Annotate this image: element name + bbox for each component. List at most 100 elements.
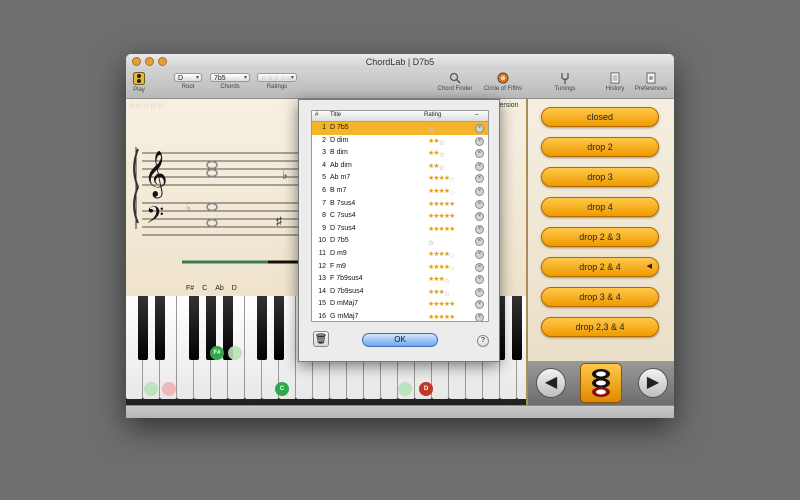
remove-row-icon[interactable]: × (475, 249, 484, 259)
remove-row-icon[interactable]: × (475, 161, 484, 171)
help-button[interactable]: ? (477, 335, 489, 347)
voicing-button[interactable]: drop 2 (541, 137, 659, 157)
black-key[interactable] (257, 296, 267, 360)
previous-button[interactable]: ◀ (536, 368, 566, 398)
black-key[interactable] (155, 296, 165, 360)
svg-text:♭: ♭ (186, 203, 191, 214)
trash-icon: 🗑 (314, 334, 328, 345)
remove-row-icon[interactable]: × (475, 199, 484, 209)
table-row[interactable]: 5 Ab m7 ★★★★ ☆ × (312, 172, 488, 185)
row-rating-stars[interactable]: ★★★★★ (428, 212, 455, 220)
note-name: C (202, 285, 208, 292)
ratings-select[interactable]: ☆☆☆☆☆ (257, 73, 297, 83)
history-button[interactable]: History (602, 72, 628, 92)
row-rating-stars[interactable]: ★★★★ ☆ (428, 250, 455, 260)
row-rating-stars[interactable]: ★★★ ☆ ☆ (428, 288, 450, 298)
close-window-button[interactable] (132, 57, 141, 66)
tunings-button[interactable]: Tunings (550, 72, 580, 92)
minimize-window-button[interactable] (145, 57, 154, 66)
ok-button[interactable]: OK (362, 333, 438, 347)
remove-row-icon[interactable]: × (475, 287, 484, 297)
ratings-label: Ratings (266, 84, 288, 90)
remove-row-icon[interactable]: × (475, 186, 484, 196)
table-row[interactable]: 7 B 7sus4 ★★★★★ × (312, 198, 488, 211)
voicing-button[interactable]: drop 2,3 & 4 (541, 317, 659, 337)
remove-row-icon[interactable]: × (475, 149, 484, 159)
marked-note: C (275, 382, 289, 396)
inactive-note-marker (162, 382, 176, 396)
row-rating-stars[interactable]: ★★★★★ (428, 225, 455, 233)
table-row[interactable]: 16 G mMaj7 ★★★★★ × (312, 311, 488, 321)
circle-of-fifths-button[interactable]: Circle of Fifths (478, 72, 528, 92)
voicing-label: closed (586, 112, 613, 122)
chord-finder-button[interactable]: Chord Finder (433, 72, 477, 92)
table-row[interactable]: 10 D 7b5 ☆ ☆ ☆ ☆ ☆ × (312, 235, 488, 248)
voicing-button[interactable]: drop 3 & 4 (541, 287, 659, 307)
table-row[interactable]: 15 D mMaj7 ★★★★★ × (312, 298, 488, 311)
chord-note-names: F# C Ab D (186, 285, 237, 292)
row-title: D mMaj7 (330, 300, 359, 308)
row-rating-stars[interactable]: ★★★ ☆ ☆ (428, 275, 450, 285)
chords-select[interactable]: 7b5 (210, 73, 250, 83)
remove-row-icon[interactable]: × (475, 300, 484, 310)
next-button[interactable]: ▶ (638, 368, 668, 398)
row-number: 3 (322, 149, 326, 157)
remove-row-icon[interactable]: × (475, 136, 484, 146)
zoom-window-button[interactable] (158, 57, 167, 66)
table-row[interactable]: 13 F 7b9sus4 ★★★ ☆ ☆ × (312, 273, 488, 286)
row-rating-stars[interactable]: ★★★★ ☆ (428, 187, 455, 197)
row-rating-stars[interactable]: ★★ ☆ ☆ ☆ (428, 162, 445, 172)
play-chord-button[interactable] (580, 363, 622, 403)
row-number: 10 (318, 237, 326, 245)
remove-row-icon[interactable]: × (475, 124, 484, 133)
root-select[interactable]: D (174, 73, 202, 83)
chord-play-icon (592, 369, 610, 397)
row-number: 8 (322, 212, 326, 220)
black-key[interactable] (138, 296, 148, 360)
col-num-header[interactable]: # (315, 112, 318, 118)
delete-history-button[interactable]: 🗑 (313, 331, 329, 347)
black-key[interactable] (189, 296, 199, 360)
voicing-button[interactable]: drop 2 & 4 ◀ (541, 257, 659, 277)
table-row[interactable]: 1D 7b5 ☆ ☆ ☆ ☆ ☆ × (312, 122, 488, 135)
row-number: 5 (322, 174, 326, 182)
remove-row-icon[interactable]: × (475, 275, 484, 285)
tuning-fork-icon (561, 73, 569, 84)
table-row[interactable]: 14 D 7b9sus4 ★★★ ☆ ☆ × (312, 286, 488, 299)
row-number: 14 (318, 287, 326, 295)
voicing-button[interactable]: drop 4 (541, 197, 659, 217)
table-row[interactable]: 6 B m7 ★★★★ ☆ × (312, 185, 488, 198)
remove-row-icon[interactable]: × (475, 174, 484, 184)
voicing-button[interactable]: closed (541, 107, 659, 127)
row-rating-stars[interactable]: ★★★★★ (428, 300, 455, 308)
row-rating-stars[interactable]: ★★★★ ☆ (428, 263, 455, 273)
black-key[interactable] (512, 296, 522, 360)
remove-row-icon[interactable]: × (475, 262, 484, 272)
preferences-button[interactable]: Preferences (631, 72, 671, 92)
remove-row-icon[interactable]: × (475, 224, 484, 234)
play-button[interactable]: Play (130, 72, 148, 93)
remove-row-icon[interactable]: × (475, 237, 484, 247)
row-number: 6 (322, 186, 326, 194)
black-key[interactable] (274, 296, 284, 360)
table-row[interactable]: 8 C 7sus4 ★★★★★ × (312, 210, 488, 223)
col-title-header[interactable]: Title (330, 112, 341, 118)
table-row[interactable]: 9 D 7sus4 ★★★★★ × (312, 223, 488, 236)
table-row[interactable]: 3 B dim ★★ ☆ ☆ ☆ × (312, 147, 488, 160)
table-row[interactable]: 4 Ab dim ★★ ☆ ☆ ☆ × (312, 160, 488, 173)
row-rating-stars[interactable]: ★★★★★ (428, 313, 455, 321)
selected-indicator-icon: ◀ (646, 263, 652, 270)
row-rating-stars[interactable]: ★★ ☆ ☆ ☆ (428, 149, 445, 159)
table-row[interactable]: 12 F m9 ★★★★ ☆ × (312, 261, 488, 274)
row-rating-stars[interactable]: ★★★★★ (428, 200, 455, 208)
table-row[interactable]: 2 D dim ★★ ☆ ☆ ☆ × (312, 135, 488, 148)
row-rating-stars[interactable]: ★★ ☆ ☆ ☆ (428, 137, 445, 147)
col-rating-header[interactable]: Rating (424, 112, 441, 118)
remove-row-icon[interactable]: × (475, 212, 484, 222)
voicing-button[interactable]: drop 2 & 3 (541, 227, 659, 247)
remove-row-icon[interactable]: × (475, 312, 484, 321)
row-number: 1 (322, 124, 326, 131)
row-rating-stars[interactable]: ★★★★ ☆ (428, 174, 455, 184)
table-row[interactable]: 11 D m9 ★★★★ ☆ × (312, 248, 488, 261)
voicing-button[interactable]: drop 3 (541, 167, 659, 187)
